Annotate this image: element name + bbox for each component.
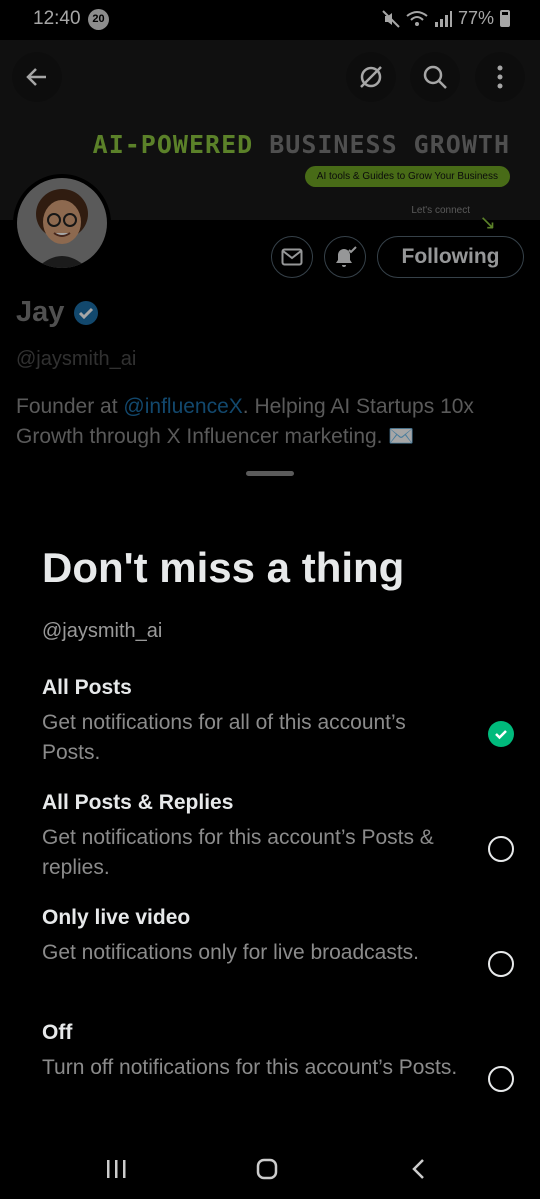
notification-count-badge: 20 [88,9,109,30]
battery-icon [500,10,510,27]
mail-icon [281,248,303,266]
banner-tagline: AI tools & Guides to Grow Your Business [304,166,510,187]
profile-name: Jay [16,296,65,328]
grok-button[interactable] [346,52,396,102]
curved-arrow-icon: ↘ [479,212,496,234]
system-navigation-bar [0,1140,540,1199]
battery-percent: 77% [457,8,494,28]
option-description: Turn off notifications for this account’… [42,1056,458,1079]
sheet-title: Don't miss a thing [42,544,405,591]
more-vertical-icon [497,65,503,89]
banner-title: AI-POWERED BUSINESS GROWTH [92,130,510,159]
back-button[interactable] [12,52,62,102]
home-icon [256,1158,278,1180]
chevron-left-icon [412,1159,424,1179]
sheet-drag-handle[interactable] [246,471,294,476]
radio-unselected[interactable] [488,1066,514,1092]
option-description: Get notifications only for live broadcas… [42,941,420,964]
radio-selected[interactable] [488,721,514,747]
option-live-video[interactable]: Only live video Get notifications only f… [42,906,514,1006]
bio-mention-link[interactable]: @influenceX [123,395,242,418]
home-button[interactable] [247,1154,287,1184]
search-icon [423,65,447,89]
profile-name-row: Jay [16,296,100,329]
verified-badge-icon [74,300,99,325]
option-title: Off [42,1021,73,1044]
status-right: 77% [382,8,510,29]
option-title: Only live video [42,906,191,929]
mute-icon [382,9,400,28]
status-bar: 12:40 20 77% [0,0,540,40]
option-description: Get notifications for this account’s Pos… [42,826,434,879]
notification-settings-sheet: Don't miss a thing @jaysmith_ai All Post… [0,471,540,1199]
avatar[interactable] [13,174,111,272]
more-options-button[interactable] [475,52,525,102]
option-title: All Posts [42,676,132,699]
recents-button[interactable] [96,1154,136,1184]
radio-unselected[interactable] [488,951,514,977]
wifi-icon [406,10,428,26]
option-all-posts-replies[interactable]: All Posts & Replies Get notifications fo… [42,791,514,891]
checkmark-icon [495,730,507,740]
message-button[interactable] [271,236,313,278]
profile-handle: @jaysmith_ai [16,348,137,370]
bell-check-icon [336,246,357,267]
banner-connect-text: Let's connect [411,205,470,216]
option-title: All Posts & Replies [42,791,234,814]
notification-button[interactable] [324,236,366,278]
search-button[interactable] [410,52,460,102]
back-nav-button[interactable] [399,1154,439,1184]
option-description: Get notifications for all of this accoun… [42,711,406,764]
grok-icon [360,66,382,88]
signal-icon [434,10,452,27]
status-time: 12:40 [33,8,81,29]
arrow-left-icon [26,68,46,86]
following-button[interactable]: Following [377,236,524,278]
option-off[interactable]: Off Turn off notifications for this acco… [42,1021,514,1121]
radio-unselected[interactable] [488,836,514,862]
sheet-handle-text: @jaysmith_ai [42,620,163,642]
option-all-posts[interactable]: All Posts Get notifications for all of t… [42,676,514,776]
recents-icon [107,1160,126,1178]
profile-bio: Founder at @influenceX. Helping AI Start… [16,395,474,448]
avatar-illustration [17,178,107,268]
